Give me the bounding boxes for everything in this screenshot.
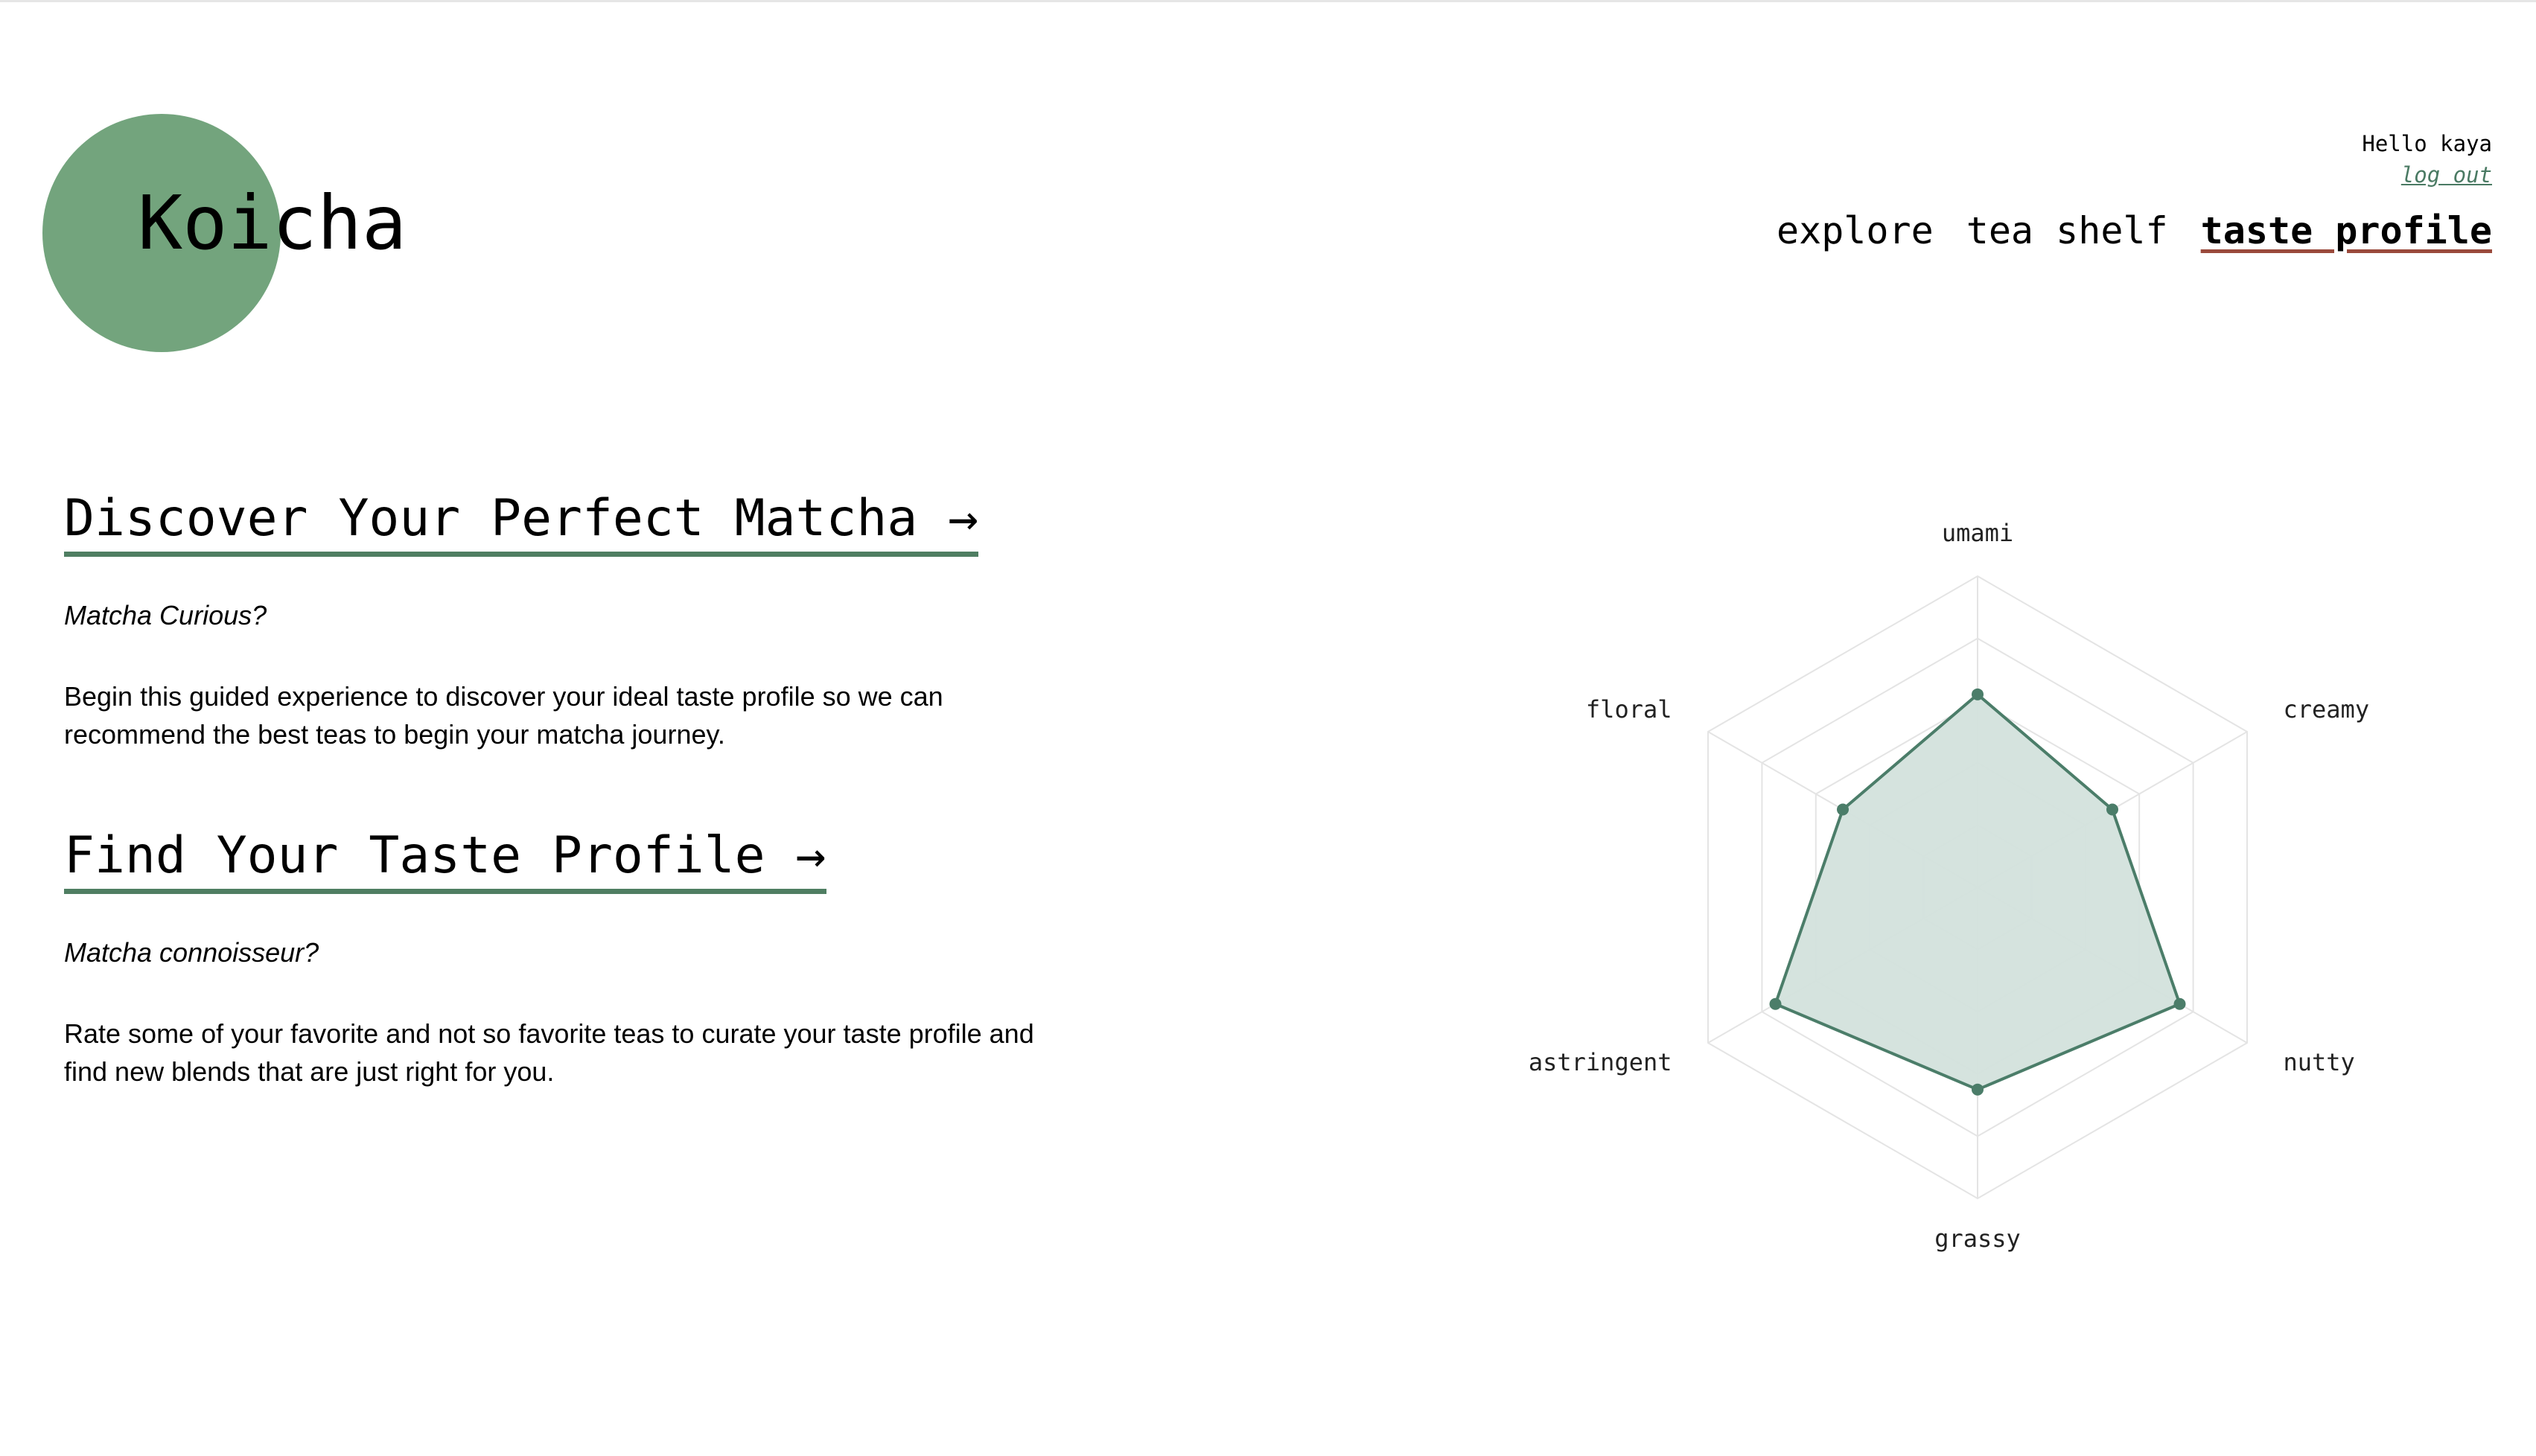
radar-data-point bbox=[2173, 997, 2186, 1010]
radar-data-point bbox=[2106, 803, 2118, 816]
radar-data-point bbox=[1972, 1083, 1984, 1096]
radar-axis-label-astringent: astringent bbox=[1529, 1048, 1672, 1076]
top-divider bbox=[0, 0, 2536, 2]
logout-link[interactable]: log out bbox=[2401, 162, 2492, 188]
taste-profile-heading-link[interactable]: Find Your Taste Profile → bbox=[64, 828, 826, 894]
radar-data-point bbox=[1769, 997, 1782, 1010]
taste-profile-kicker: Matcha connoisseur? bbox=[64, 936, 319, 968]
user-greeting: Hello kaya bbox=[2362, 131, 2492, 156]
discover-kicker: Matcha Curious? bbox=[64, 599, 267, 630]
nav-explore[interactable]: explore bbox=[1777, 208, 1934, 253]
nav-tea-shelf[interactable]: tea shelf bbox=[1966, 208, 2168, 253]
radar-axis-label-creamy: creamy bbox=[2283, 695, 2369, 724]
main-nav: explore tea shelf taste profile bbox=[1777, 208, 2492, 253]
nav-taste-profile[interactable]: taste profile bbox=[2201, 208, 2492, 253]
radar-axis-label-umami: umami bbox=[1942, 519, 2013, 547]
radar-data-area bbox=[1774, 692, 2182, 1091]
radar-axis-label-floral: floral bbox=[1586, 695, 1672, 724]
taste-profile-description: Rate some of your favorite and not so fa… bbox=[64, 1018, 1034, 1087]
taste-radar-chart: umami creamy nutty grassy astringent floral bbox=[1529, 519, 2369, 1253]
radar-data-point bbox=[1837, 803, 1850, 816]
logo-wordmark[interactable]: Koicha bbox=[138, 186, 407, 261]
radar-data-point bbox=[1972, 688, 1984, 700]
discover-description: Begin this guided experience to discover… bbox=[64, 680, 943, 750]
taste-profile-card: Find Your Taste Profile → Matcha connois… bbox=[64, 828, 1062, 1091]
radar-axis-label-grassy: grassy bbox=[1934, 1224, 2021, 1253]
discover-heading-link[interactable]: Discover Your Perfect Matcha → bbox=[64, 491, 979, 557]
discover-card: Discover Your Perfect Matcha → Matcha Cu… bbox=[64, 491, 1062, 753]
radar-axis-label-nutty: nutty bbox=[2283, 1048, 2354, 1076]
